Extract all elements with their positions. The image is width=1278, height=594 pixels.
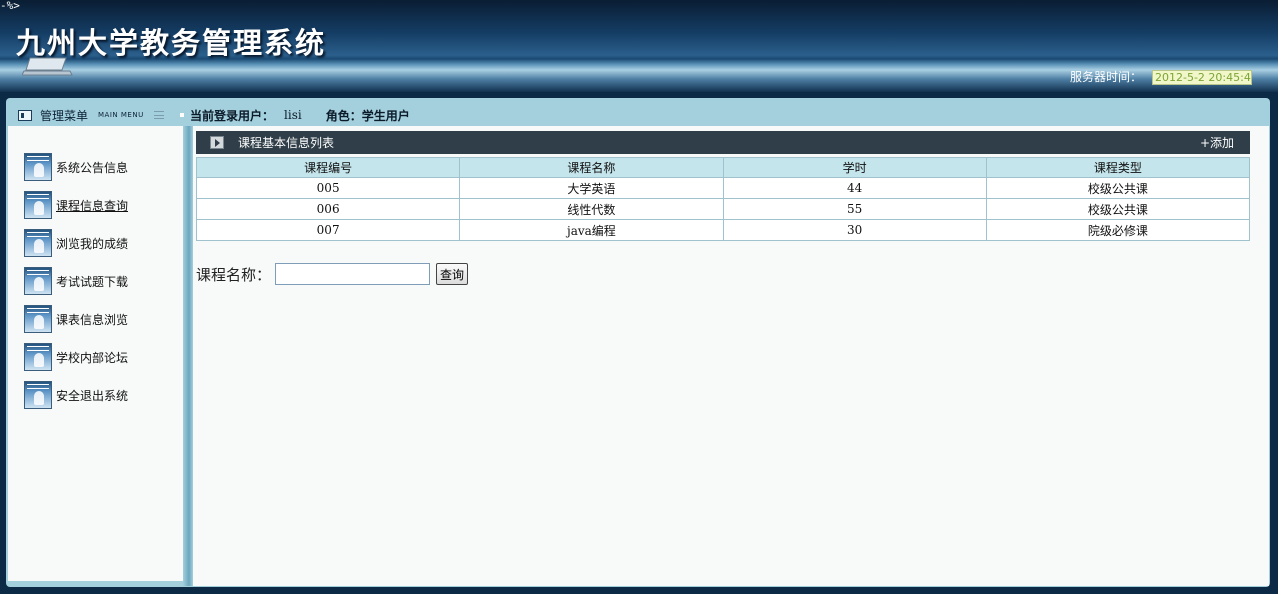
user-window-icon [24, 229, 52, 257]
user-window-icon [24, 153, 52, 181]
menu-subtitle: MAIN MENU [98, 111, 144, 119]
sidebar-item-my-grades[interactable]: 浏览我的成绩 [24, 228, 128, 258]
search-form: 课程名称： 查询 [196, 262, 469, 286]
table-cell: 44 [722, 177, 987, 199]
header-banner: -%> 九州大学教务管理系统 服务器时间： 2012-5-2 20:45:41 [0, 0, 1278, 92]
splitter-bar[interactable] [183, 126, 193, 586]
user-window-icon [24, 191, 52, 219]
sidebar-item-logout[interactable]: 安全退出系统 [24, 380, 128, 410]
role-label: 角色：学生用户 [325, 108, 410, 123]
table-header-row: 课程编号 课程名称 学时 课程类型 [195, 157, 1251, 178]
table-cell: 线性代数 [459, 198, 724, 220]
column-header: 课程名称 [459, 157, 724, 178]
menu-header: 管理菜单 MAIN MENU [8, 104, 184, 126]
menu-icon [18, 109, 32, 121]
column-header: 学时 [722, 157, 987, 178]
sidebar-item-label: 系统公告信息 [56, 160, 129, 175]
server-time-label: 服务器时间： [1069, 70, 1142, 84]
menu-title: 管理菜单 [40, 108, 89, 123]
table-cell: 大学英语 [459, 177, 724, 199]
table-cell: java编程 [459, 219, 724, 241]
list-lines-icon [153, 111, 164, 119]
table-row: 006 线性代数 55 校级公共课 [195, 198, 1251, 220]
stray-text: -%> [0, 0, 20, 12]
current-user-label: 当前登录用户： [190, 108, 275, 123]
sidebar-item-announcements[interactable]: 系统公告信息 [24, 152, 128, 182]
user-window-icon [24, 381, 52, 409]
sidebar-item-exam-download[interactable]: 考试试题下载 [24, 266, 128, 296]
table-cell: 005 [195, 177, 461, 199]
sidebar-item-label: 浏览我的成绩 [56, 236, 129, 251]
server-time-value: 2012-5-2 20:45:41 [1152, 70, 1252, 85]
user-window-icon [24, 305, 52, 333]
table-cell: 30 [722, 219, 987, 241]
table-cell: 55 [722, 198, 987, 220]
panel-title: 课程基本信息列表 [238, 136, 335, 150]
sidebar-item-label: 学校内部论坛 [56, 350, 129, 365]
column-header: 课程类型 [985, 157, 1251, 178]
table-cell: 007 [195, 219, 461, 241]
user-window-icon [24, 267, 52, 295]
sidebar-item-forum[interactable]: 学校内部论坛 [24, 342, 128, 372]
user-info-bar: 当前登录用户： lisi 角色：学生用户 [180, 104, 410, 126]
play-icon [210, 136, 224, 149]
add-button[interactable]: +添加 [1200, 134, 1234, 151]
search-label: 课程名称： [196, 265, 272, 284]
table-cell: 校级公共课 [985, 177, 1251, 199]
sidebar-item-label: 考试试题下载 [56, 274, 129, 289]
sidebar-item-label: 安全退出系统 [56, 388, 129, 403]
table-row: 005 大学英语 44 校级公共课 [195, 177, 1251, 199]
panel-title-bar: 课程基本信息列表 +添加 [196, 131, 1250, 154]
sidebar: 系统公告信息 课程信息查询 浏览我的成绩 考试试题下载 课表信息浏览 学校内部论… [8, 126, 183, 581]
table-cell: 006 [195, 198, 461, 220]
sidebar-item-timetable[interactable]: 课表信息浏览 [24, 304, 128, 334]
table-cell: 校级公共课 [985, 198, 1251, 220]
user-window-icon [24, 343, 52, 371]
course-table: 课程编号 课程名称 学时 课程类型 005 大学英语 44 校级公共课 006 … [195, 157, 1251, 241]
search-button[interactable]: 查询 [436, 263, 469, 285]
current-username: lisi [284, 108, 302, 122]
table-row: 007 java编程 30 院级必修课 [195, 219, 1251, 241]
sidebar-item-label: 课表信息浏览 [56, 312, 129, 327]
sidebar-item-label: 课程信息查询 [56, 198, 129, 213]
course-name-input[interactable] [275, 263, 431, 285]
bullet-icon [180, 113, 184, 117]
table-cell: 院级必修课 [985, 219, 1251, 241]
laptop-icon [22, 57, 73, 76]
column-header: 课程编号 [195, 157, 461, 178]
sidebar-item-course-query[interactable]: 课程信息查询 [24, 190, 128, 220]
